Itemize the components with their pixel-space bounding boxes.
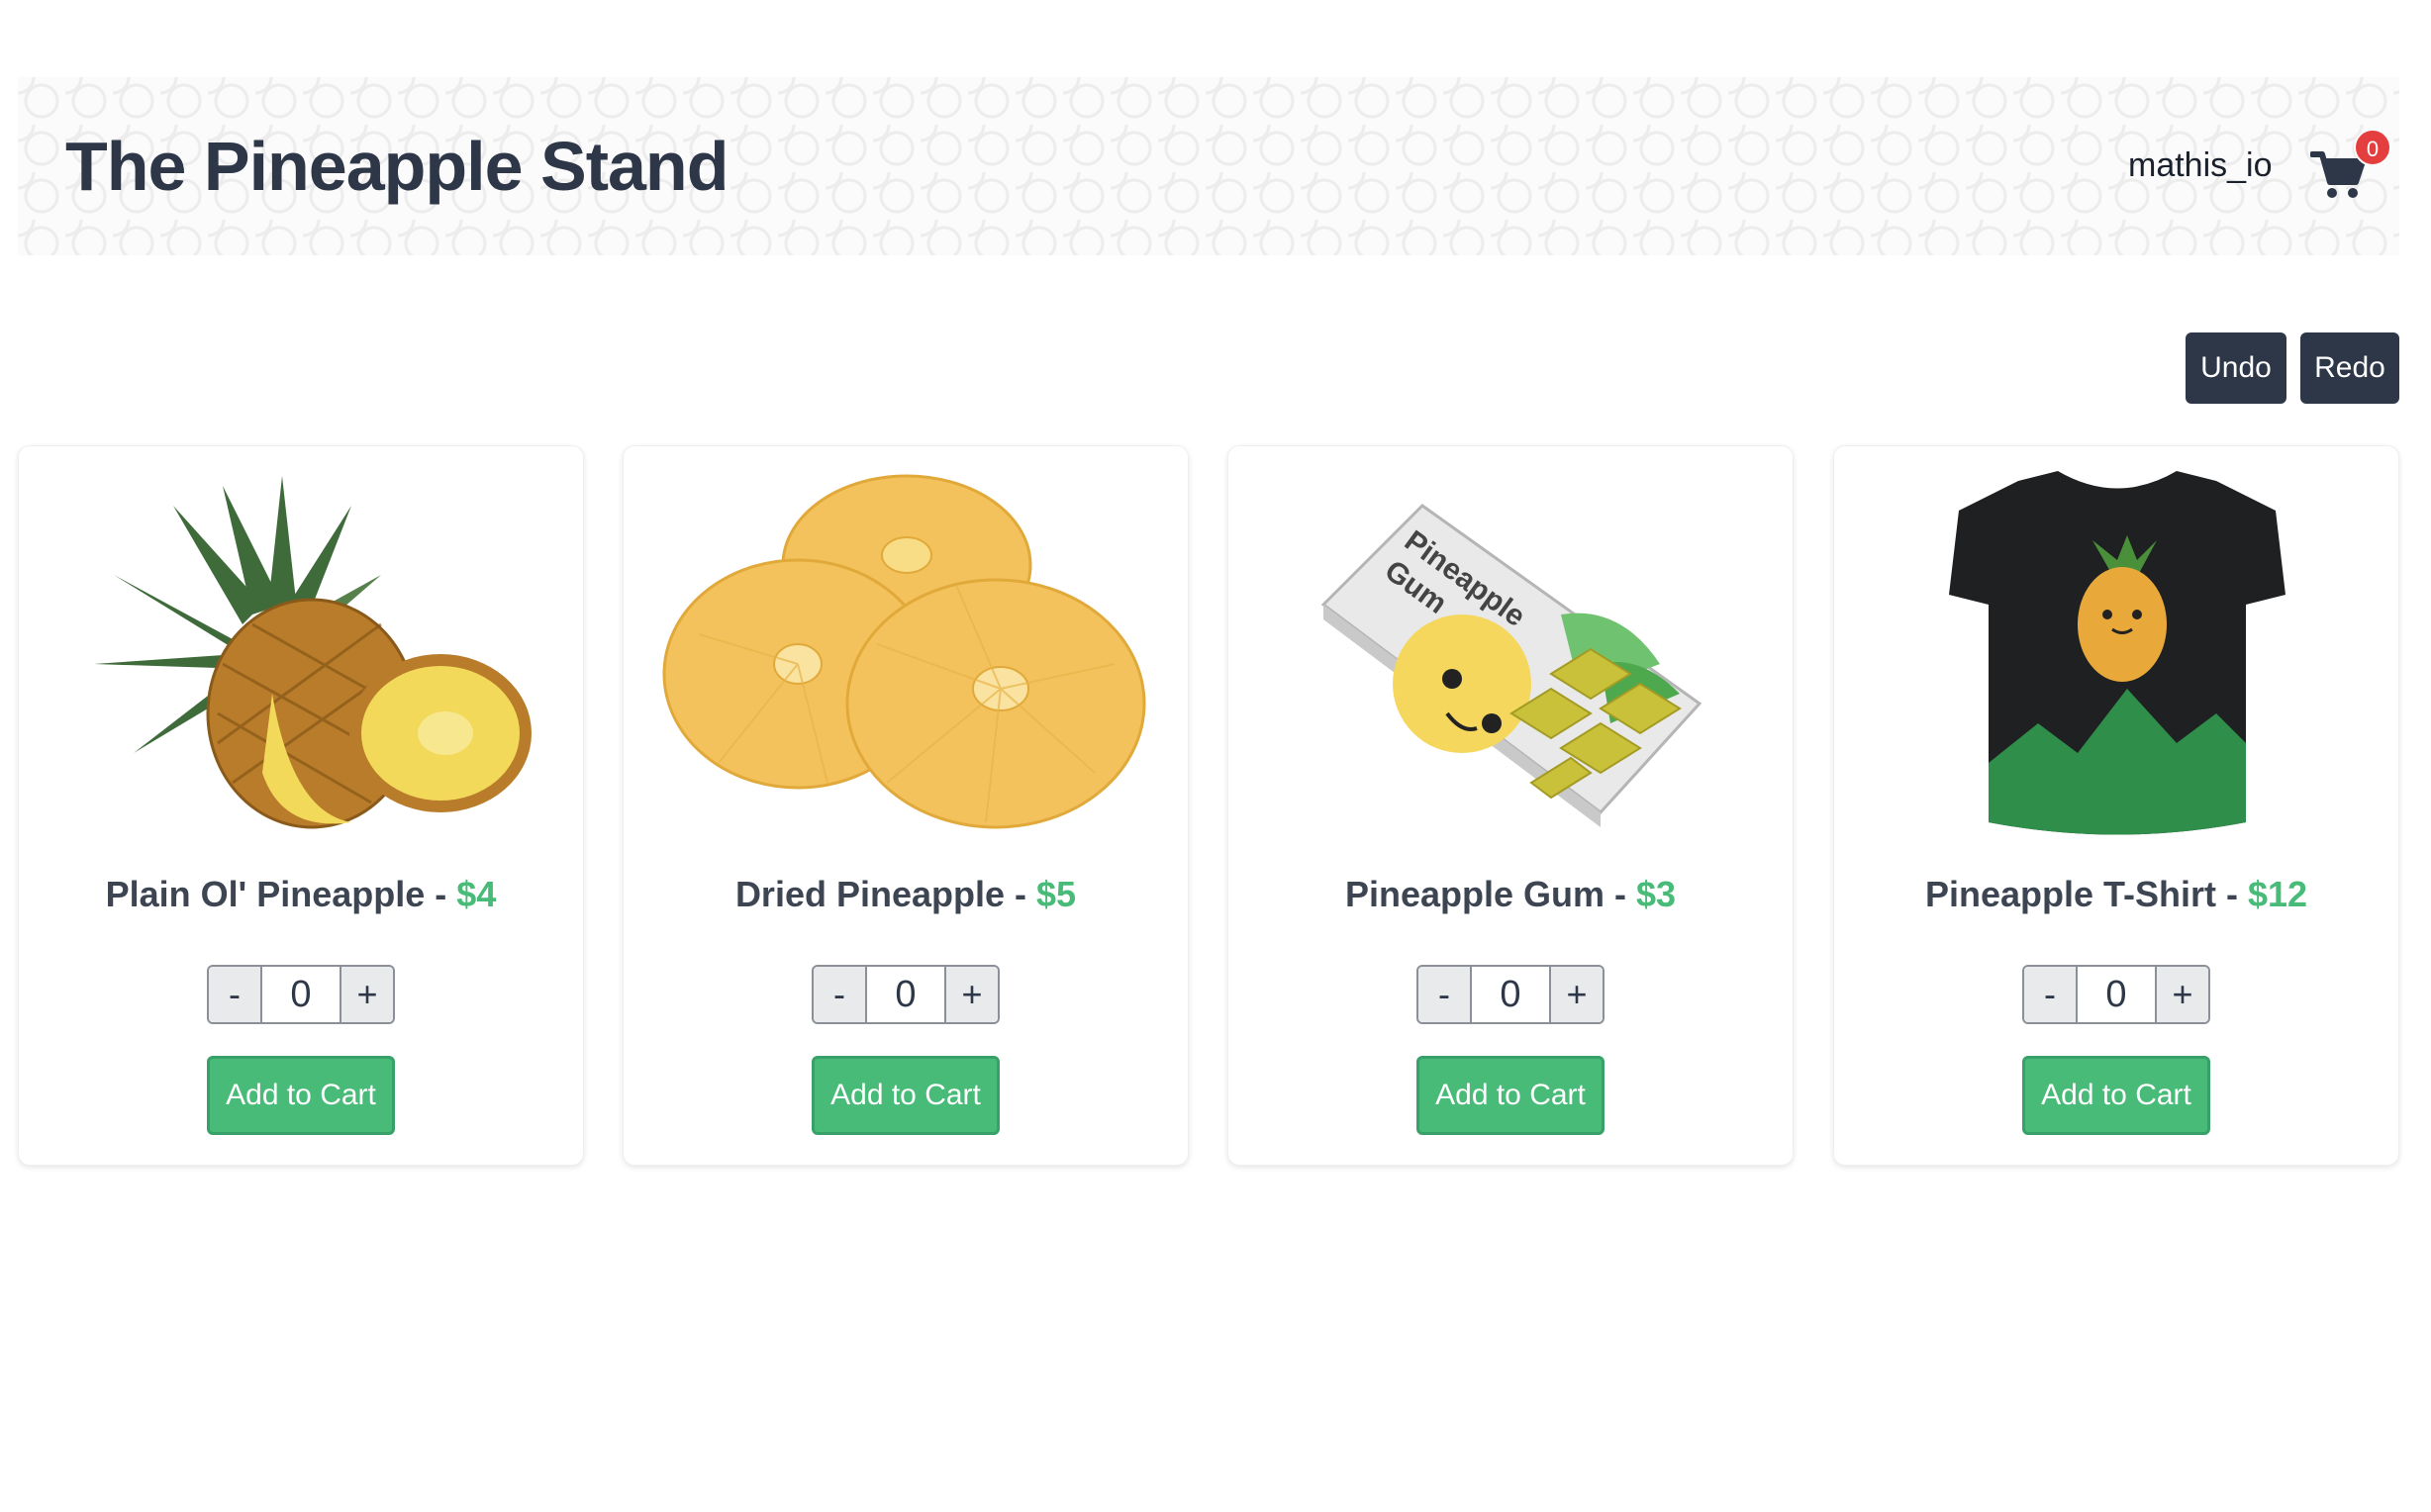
decrement-button[interactable]: - xyxy=(209,967,260,1022)
quantity-input[interactable] xyxy=(1470,967,1551,1022)
add-to-cart-button[interactable]: Add to Cart xyxy=(812,1056,1000,1135)
title-separator: - xyxy=(1604,874,1636,914)
site-header: The Pineapple Stand mathis_io 0 xyxy=(18,77,2399,255)
product-card: Dried Pineapple - $5 - + Add to Cart xyxy=(623,445,1189,1166)
product-price: $12 xyxy=(2247,874,2308,914)
product-price: $5 xyxy=(1036,874,1077,914)
product-card: Pineapple T-Shirt - $12 - + Add to Cart xyxy=(1833,445,2399,1166)
undo-button[interactable]: Undo xyxy=(2186,332,2286,404)
product-title: Plain Ol' Pineapple - $4 xyxy=(19,874,583,915)
redo-button[interactable]: Redo xyxy=(2300,332,2399,404)
pineapple-image xyxy=(94,476,532,829)
dried-pineapple-image xyxy=(662,474,1146,829)
increment-button[interactable]: + xyxy=(2157,967,2208,1022)
product-list: Plain Ol' Pineapple - $4 - + Add to Cart xyxy=(18,445,2399,1168)
cart-count-badge: 0 xyxy=(2354,129,2391,166)
decrement-button[interactable]: - xyxy=(1418,967,1470,1022)
quantity-stepper: - + xyxy=(812,965,1000,1024)
title-separator: - xyxy=(2215,874,2248,914)
decrement-button[interactable]: - xyxy=(2024,967,2076,1022)
pineapple-gum-image: Pineapple Gum xyxy=(1320,504,1702,827)
username-label[interactable]: mathis_io xyxy=(2128,146,2273,185)
site-title: The Pineapple Stand xyxy=(65,128,729,205)
add-to-cart-button[interactable]: Add to Cart xyxy=(1416,1056,1604,1135)
quantity-input[interactable] xyxy=(2076,967,2157,1022)
product-name: Plain Ol' Pineapple xyxy=(105,874,426,914)
quantity-input[interactable] xyxy=(865,967,946,1022)
decrement-button[interactable]: - xyxy=(814,967,865,1022)
add-to-cart-button[interactable]: Add to Cart xyxy=(2022,1056,2210,1135)
cart-button[interactable]: 0 xyxy=(2310,129,2391,206)
product-title: Pineapple T-Shirt - $12 xyxy=(1834,874,2398,915)
title-separator: - xyxy=(1005,874,1037,914)
add-to-cart-button[interactable]: Add to Cart xyxy=(207,1056,395,1135)
quantity-input[interactable] xyxy=(260,967,341,1022)
quantity-stepper: - + xyxy=(2022,965,2210,1024)
page: The Pineapple Stand mathis_io 0 Undo Red… xyxy=(0,0,2431,1512)
product-name: Pineapple T-Shirt xyxy=(1924,874,2216,914)
quantity-stepper: - + xyxy=(1416,965,1604,1024)
product-card: Plain Ol' Pineapple - $4 - + Add to Cart xyxy=(18,445,584,1166)
title-separator: - xyxy=(425,874,457,914)
product-name: Dried Pineapple xyxy=(734,874,1006,914)
increment-button[interactable]: + xyxy=(1551,967,1603,1022)
increment-button[interactable]: + xyxy=(946,967,998,1022)
quantity-stepper: - + xyxy=(207,965,395,1024)
product-card: Pineapple Gum Pineapple Gum - $3 - + Add… xyxy=(1227,445,1794,1166)
product-price: $4 xyxy=(456,874,497,914)
product-title: Dried Pineapple - $5 xyxy=(624,874,1188,915)
product-title: Pineapple Gum - $3 xyxy=(1228,874,1793,915)
pineapple-tshirt-image xyxy=(1949,471,2285,835)
product-price: $3 xyxy=(1636,874,1677,914)
product-name: Pineapple Gum xyxy=(1344,874,1604,914)
increment-button[interactable]: + xyxy=(341,967,393,1022)
